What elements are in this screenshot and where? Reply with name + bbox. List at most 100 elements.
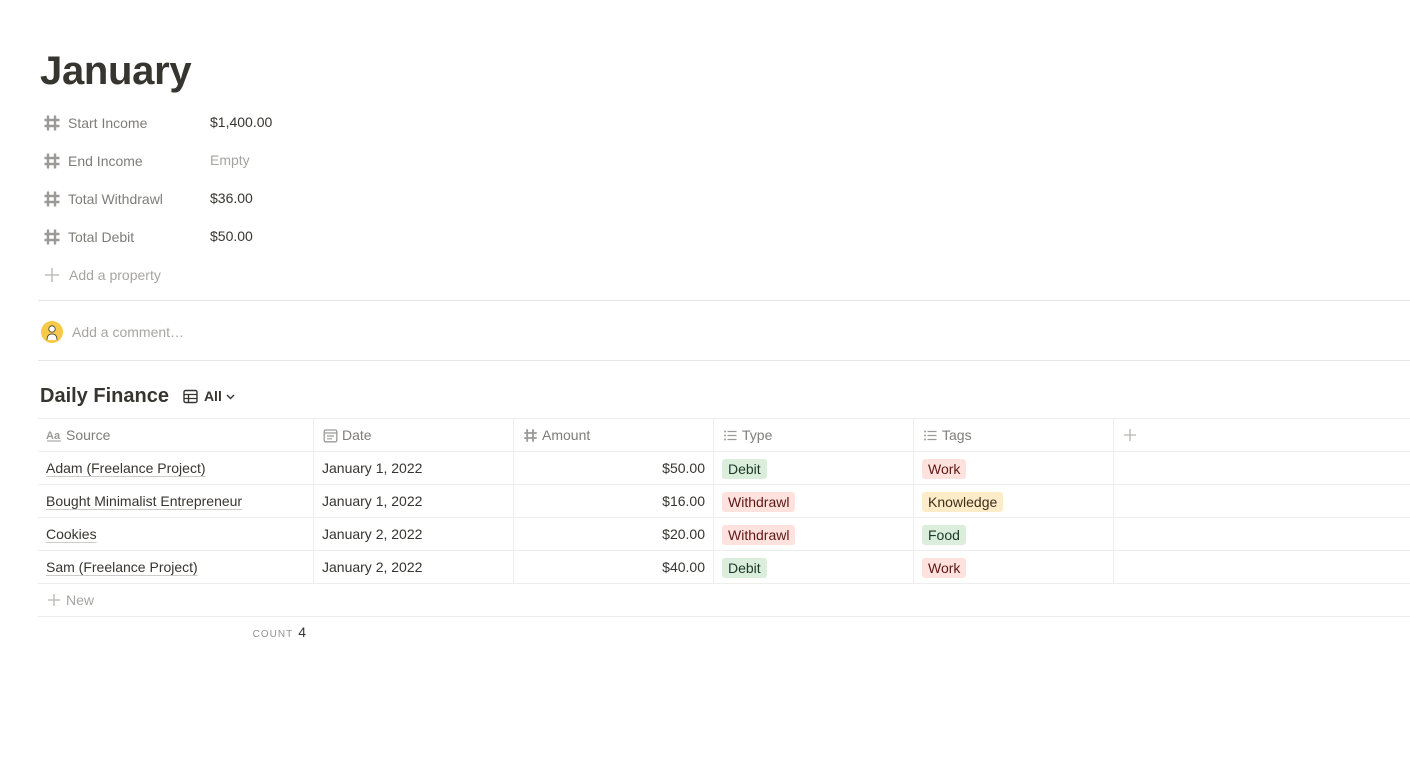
row-title[interactable]: Cookies <box>46 526 97 542</box>
property-value[interactable]: $1,400.00 <box>210 105 272 139</box>
property-end-income: End Income Empty <box>38 142 638 180</box>
cell-date[interactable]: January 2, 2022 <box>314 551 514 583</box>
cell-tags[interactable]: Work <box>914 551 1114 583</box>
cell-amount[interactable]: $16.00 <box>514 485 714 517</box>
add-column-button[interactable] <box>1114 419 1410 451</box>
tag-chip: Work <box>922 558 967 578</box>
tag-chip: Knowledge <box>922 492 1004 512</box>
column-header-type[interactable]: Type <box>714 419 914 451</box>
cell-type[interactable]: Debit <box>714 551 914 583</box>
cell-amount[interactable]: $20.00 <box>514 518 714 550</box>
view-label: All <box>203 388 222 404</box>
type-tag: Withdrawl <box>722 492 796 512</box>
cell-amount[interactable]: $50.00 <box>514 452 714 484</box>
page-title[interactable]: January <box>40 46 192 96</box>
column-label: Tags <box>942 427 972 443</box>
plus-icon <box>42 265 62 285</box>
text-aa-icon: Aa <box>46 427 62 443</box>
plus-icon <box>46 592 62 608</box>
view-switcher-button[interactable]: All <box>181 384 238 408</box>
tag-chip: Food <box>922 525 966 545</box>
number-hash-icon <box>522 427 538 443</box>
cell-date[interactable]: January 2, 2022 <box>314 518 514 550</box>
cell-source[interactable]: Bought Minimalist Entrepreneur <box>38 485 314 517</box>
cell-empty <box>1114 452 1410 484</box>
cell-source[interactable]: Sam (Freelance Project) <box>38 551 314 583</box>
chevron-down-icon <box>225 391 236 402</box>
svg-text:Aa: Aa <box>46 430 61 442</box>
add-property-button[interactable]: Add a property <box>38 258 210 292</box>
property-label-button[interactable]: Total Debit <box>38 220 210 254</box>
cell-amount[interactable]: $40.00 <box>514 551 714 583</box>
new-row-button[interactable]: New <box>38 584 1410 617</box>
property-label: Total Withdrawl <box>68 191 163 207</box>
property-start-income: Start Income $1,400.00 <box>38 104 638 142</box>
database-title[interactable]: Daily Finance <box>40 385 169 408</box>
new-row-label: New <box>66 592 95 608</box>
table-row[interactable]: Cookies January 2, 2022 $20.00 Withdrawl… <box>38 518 1410 551</box>
page-properties: Start Income $1,400.00 End Income Empty … <box>38 104 638 294</box>
property-label-button[interactable]: Total Withdrawl <box>38 182 210 216</box>
comment-bar <box>38 316 1410 348</box>
column-header-tags[interactable]: Tags <box>914 419 1114 451</box>
property-value[interactable]: $50.00 <box>210 219 253 253</box>
cell-tags[interactable]: Work <box>914 452 1114 484</box>
row-title[interactable]: Sam (Freelance Project) <box>46 559 198 575</box>
calendar-icon <box>322 427 338 443</box>
cell-tags[interactable]: Knowledge <box>914 485 1114 517</box>
column-label: Amount <box>542 427 591 443</box>
property-label-button[interactable]: Start Income <box>38 106 210 140</box>
number-hash-icon <box>42 227 62 247</box>
add-property-label: Add a property <box>69 267 161 283</box>
cell-tags[interactable]: Food <box>914 518 1114 550</box>
column-header-date[interactable]: Date <box>314 419 514 451</box>
cell-date[interactable]: January 1, 2022 <box>314 452 514 484</box>
database-header: Daily Finance All <box>40 382 238 410</box>
property-value[interactable]: $36.00 <box>210 181 253 215</box>
add-property-row: Add a property <box>38 256 638 294</box>
table-row[interactable]: Sam (Freelance Project) January 2, 2022 … <box>38 551 1410 584</box>
count-label: COUNT <box>252 629 294 640</box>
plus-icon <box>1122 427 1138 443</box>
column-header-amount[interactable]: Amount <box>514 419 714 451</box>
cell-type[interactable]: Debit <box>714 452 914 484</box>
property-total-withdrawl: Total Withdrawl $36.00 <box>38 180 638 218</box>
table-icon <box>183 388 199 404</box>
property-label: Start Income <box>68 115 148 131</box>
cell-source[interactable]: Cookies <box>38 518 314 550</box>
property-total-debit: Total Debit $50.00 <box>38 218 638 256</box>
count-summary[interactable]: COUNT 4 <box>38 624 314 640</box>
cell-source[interactable]: Adam (Freelance Project) <box>38 452 314 484</box>
cell-empty <box>1114 518 1410 550</box>
comment-input[interactable] <box>72 324 672 340</box>
number-hash-icon <box>42 189 62 209</box>
avatar <box>41 321 63 343</box>
list-icon <box>922 427 938 443</box>
table-row[interactable]: Bought Minimalist Entrepreneur January 1… <box>38 485 1410 518</box>
column-label: Source <box>66 427 111 443</box>
column-label: Date <box>342 427 372 443</box>
property-label: Total Debit <box>68 229 135 245</box>
divider <box>38 360 1410 361</box>
column-header-source[interactable]: Aa Source <box>38 419 314 451</box>
column-label: Type <box>742 427 773 443</box>
row-title[interactable]: Bought Minimalist Entrepreneur <box>46 493 242 509</box>
number-hash-icon <box>42 113 62 133</box>
list-icon <box>722 427 738 443</box>
table-header-row: Aa Source Date Amount Type Tags <box>38 418 1410 452</box>
cell-type[interactable]: Withdrawl <box>714 485 914 517</box>
property-label: End Income <box>68 153 143 169</box>
cell-type[interactable]: Withdrawl <box>714 518 914 550</box>
property-value-empty[interactable]: Empty <box>210 143 250 177</box>
table-row[interactable]: Adam (Freelance Project) January 1, 2022… <box>38 452 1410 485</box>
type-tag: Debit <box>722 459 767 479</box>
number-hash-icon <box>42 151 62 171</box>
database-table: Aa Source Date Amount Type Tags Adam (Fr… <box>38 418 1410 617</box>
count-value: 4 <box>298 624 306 640</box>
cell-empty <box>1114 551 1410 583</box>
tag-chip: Work <box>922 459 967 479</box>
row-title[interactable]: Adam (Freelance Project) <box>46 460 206 476</box>
property-label-button[interactable]: End Income <box>38 144 210 178</box>
divider <box>38 300 1410 301</box>
cell-date[interactable]: January 1, 2022 <box>314 485 514 517</box>
